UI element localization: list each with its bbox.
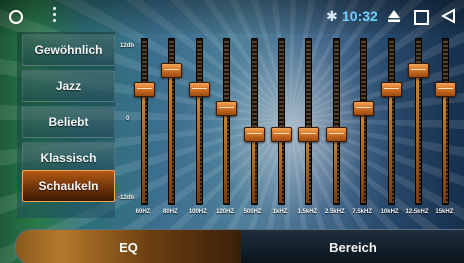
preset-schaukeln[interactable]: Schaukeln (22, 170, 115, 202)
slider-fill (196, 88, 200, 203)
freq-label: 2.5kHZ (324, 209, 345, 215)
eq-slider-2-5khz[interactable] (325, 38, 347, 205)
freq-label: 1.5kHZ (297, 209, 318, 215)
freq-label: 10kHZ (380, 209, 399, 215)
freq-label: 12.5kHZ (405, 209, 429, 215)
freq-label: 100HZ (188, 209, 207, 215)
status-bar: ✱ 10:32 (0, 0, 464, 34)
preset-gewoehnlich[interactable]: Gewöhnlich (22, 34, 115, 66)
eq-slider-1khz[interactable] (271, 38, 292, 205)
square-icon[interactable] (414, 10, 429, 25)
slider-fill (142, 88, 145, 203)
eq-slider-15khz[interactable] (435, 38, 457, 205)
menu-dots-icon[interactable] (53, 7, 57, 25)
slider-fill (443, 88, 447, 203)
slider-fill (388, 88, 392, 203)
eq-slider-1-5khz[interactable] (298, 38, 320, 205)
eq-slider-60hz[interactable] (134, 38, 155, 205)
slider-fill (224, 107, 228, 203)
slider-knob[interactable] (271, 126, 292, 142)
eq-slider-500hz[interactable] (243, 38, 265, 205)
slider-knob[interactable] (435, 82, 457, 98)
freq-label: 120HZ (216, 209, 235, 215)
preset-beliebt[interactable]: Beliebt (22, 106, 115, 138)
slider-fill (306, 133, 310, 203)
tab-bereich[interactable]: Bereich (241, 230, 464, 263)
slider-knob[interactable] (353, 101, 375, 117)
equalizer-screen: ✱ 10:32 Gewöhnlich Jazz Beliebt Klassisc… (0, 0, 464, 263)
eq-slider-12-5khz[interactable] (408, 38, 429, 205)
slider-knob[interactable] (325, 126, 347, 142)
slider-fill (361, 107, 365, 203)
scale-max-label: 12db (120, 43, 135, 49)
bluetooth-icon: ✱ (326, 8, 338, 24)
preset-jazz[interactable]: Jazz (22, 70, 115, 102)
slider-fill (251, 133, 255, 203)
slider-knob[interactable] (408, 63, 429, 79)
preset-list: Gewöhnlich Jazz Beliebt Klassisch Schauk… (17, 32, 115, 218)
status-time: 10:32 (342, 8, 378, 24)
eq-slider-120hz[interactable] (216, 38, 238, 205)
eq-slider-80hz[interactable] (161, 38, 183, 205)
slider-fill (333, 133, 337, 203)
eq-slider-10khz[interactable] (380, 38, 402, 205)
slider-fill (169, 69, 173, 203)
back-triangle-icon[interactable] (440, 8, 456, 24)
tab-eq[interactable]: EQ (16, 230, 241, 263)
circle-icon[interactable] (9, 10, 23, 24)
freq-label: 7.5kHZ (352, 209, 373, 215)
bottom-tab-bar: EQ Bereich (15, 229, 464, 263)
slider-fill (279, 133, 282, 203)
freq-label: 500HZ (243, 209, 262, 215)
slider-fill (416, 69, 419, 203)
scale-min-label: -12db (118, 195, 135, 201)
eject-icon[interactable] (387, 9, 401, 23)
freq-label: 1kHZ (272, 209, 288, 215)
freq-label: 60HZ (135, 209, 151, 215)
slider-knob[interactable] (188, 82, 210, 98)
slider-knob[interactable] (298, 126, 320, 142)
slider-knob[interactable] (161, 63, 183, 79)
eq-slider-7-5khz[interactable] (353, 38, 375, 205)
slider-knob[interactable] (134, 82, 155, 98)
eq-slider-100hz[interactable] (188, 38, 210, 205)
slider-knob[interactable] (380, 82, 402, 98)
freq-label: 15kHZ (435, 209, 454, 215)
scale-mid-label: 0 (126, 116, 130, 122)
slider-knob[interactable] (216, 101, 238, 117)
freq-label: 80HZ (163, 209, 178, 215)
slider-knob[interactable] (243, 126, 265, 142)
